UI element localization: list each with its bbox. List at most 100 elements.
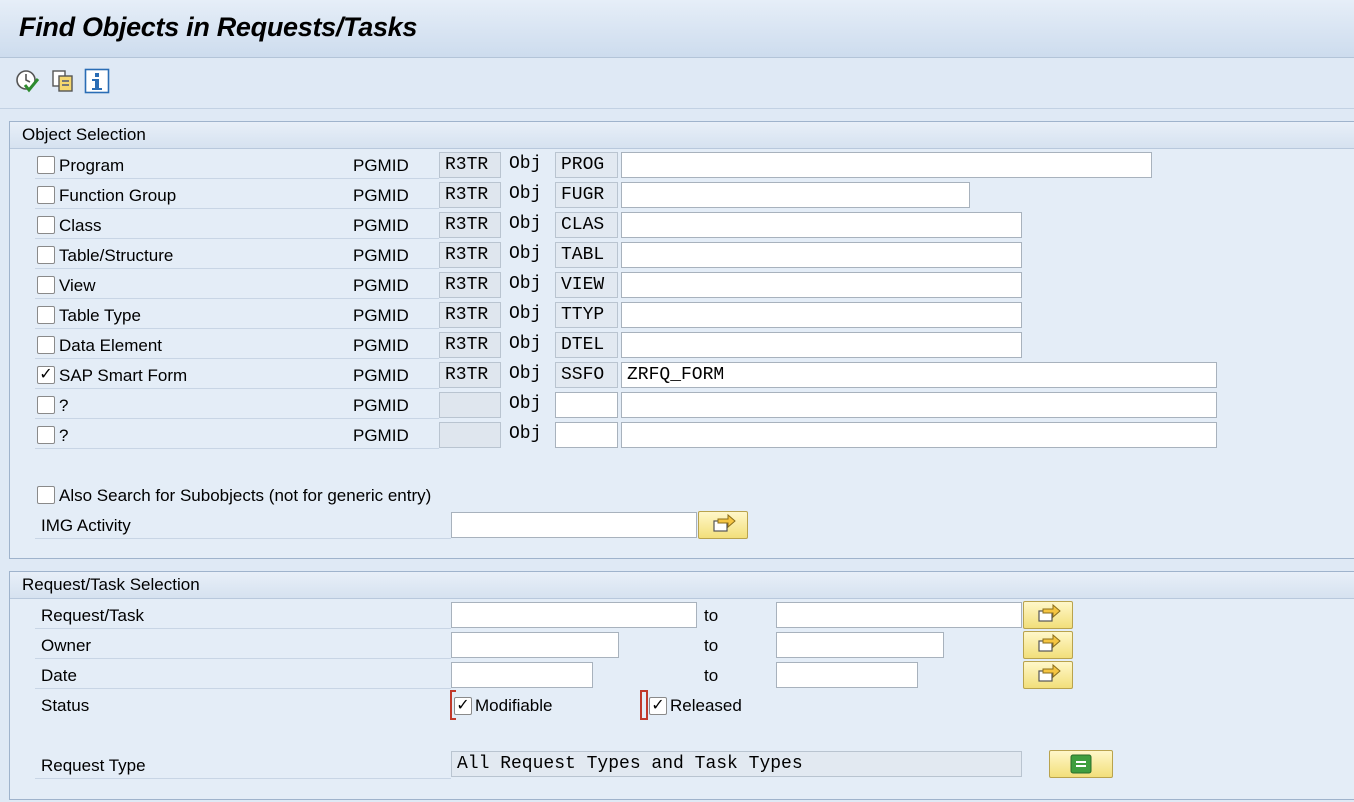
- pgmid-field: R3TR: [439, 332, 501, 358]
- focus-bracket-right: [642, 690, 648, 720]
- object-name-input[interactable]: [621, 212, 1022, 238]
- request-task-selection-header: Request/Task Selection: [10, 572, 1354, 599]
- row-divider: [35, 238, 347, 239]
- date-label: Date: [41, 666, 77, 685]
- object-type-label: ?: [59, 396, 69, 415]
- pgmid-label: PGMID: [353, 186, 409, 205]
- row-divider: [35, 538, 451, 539]
- request-task-to-input[interactable]: [776, 602, 1022, 628]
- object-type-field[interactable]: [555, 392, 618, 418]
- owner-label: Owner: [41, 636, 92, 655]
- row-divider: [35, 778, 451, 779]
- date-from-input[interactable]: [451, 662, 593, 688]
- object-type-checkbox[interactable]: [37, 276, 55, 294]
- object-type-label: Class: [59, 216, 102, 235]
- multiple-selection-icon: [1038, 603, 1061, 622]
- object-type-field[interactable]: [555, 422, 618, 448]
- object-name-input[interactable]: [621, 152, 1152, 178]
- row-divider: [35, 268, 347, 269]
- date-to-label: to: [704, 666, 719, 685]
- row-divider: [35, 388, 347, 389]
- object-type-label: Program: [59, 156, 125, 175]
- pgmid-field: R3TR: [439, 272, 501, 298]
- object-type-label: View: [59, 276, 96, 295]
- object-name-input[interactable]: [621, 332, 1022, 358]
- request-task-label: Request/Task: [41, 606, 144, 625]
- object-type-checkbox[interactable]: [37, 216, 55, 234]
- object-type-label: SAP Smart Form: [59, 366, 188, 385]
- request-type-label: Request Type: [41, 756, 146, 775]
- subobjects-checkbox[interactable]: [37, 486, 55, 504]
- multiple-selection-icon: [1038, 633, 1061, 652]
- pgmid-field: [439, 422, 501, 448]
- object-type-label: Table Type: [59, 306, 141, 325]
- execute-icon[interactable]: [14, 68, 40, 94]
- object-type-field: CLAS: [555, 212, 618, 238]
- owner-multiple-selection-button[interactable]: [1023, 631, 1073, 659]
- modifiable-checkbox[interactable]: ✓: [454, 697, 472, 715]
- object-type-checkbox[interactable]: [37, 246, 55, 264]
- released-checkbox[interactable]: ✓: [649, 697, 667, 715]
- date-to-input[interactable]: [776, 662, 918, 688]
- object-name-input[interactable]: [621, 422, 1217, 448]
- row-divider: [35, 358, 347, 359]
- pgmid-field: [439, 392, 501, 418]
- row-divider: [35, 628, 451, 629]
- object-type-checkbox[interactable]: ✓: [37, 366, 55, 384]
- subobjects-label: Also Search for Subobjects (not for gene…: [59, 486, 432, 505]
- request-task-from-input[interactable]: [451, 602, 697, 628]
- object-type-checkbox[interactable]: [37, 306, 55, 324]
- modifiable-label: Modifiable: [475, 696, 553, 715]
- owner-to-label: to: [704, 636, 719, 655]
- equals-icon: [1070, 754, 1092, 774]
- pgmid-label: PGMID: [353, 156, 409, 175]
- pgmid-label: PGMID: [353, 306, 409, 325]
- pgmid-field: R3TR: [439, 182, 501, 208]
- row-divider: [35, 658, 451, 659]
- object-type-checkbox[interactable]: [37, 426, 55, 444]
- obj-label: Obj: [509, 424, 542, 444]
- object-name-input[interactable]: [621, 182, 970, 208]
- object-type-field: PROG: [555, 152, 618, 178]
- object-type-checkbox[interactable]: [37, 396, 55, 414]
- img-activity-input[interactable]: [451, 512, 697, 538]
- obj-label: Obj: [509, 274, 542, 294]
- row-divider: [35, 448, 347, 449]
- pgmid-label: PGMID: [353, 426, 409, 445]
- object-name-input[interactable]: [621, 302, 1022, 328]
- object-type-field: TTYP: [555, 302, 618, 328]
- img-activity-label: IMG Activity: [41, 516, 131, 535]
- object-name-input[interactable]: ZRFQ_FORM: [621, 362, 1217, 388]
- pgmid-label: PGMID: [353, 396, 409, 415]
- object-type-field: FUGR: [555, 182, 618, 208]
- owner-to-input[interactable]: [776, 632, 944, 658]
- object-type-checkbox[interactable]: [37, 336, 55, 354]
- request-task-multiple-selection-button[interactable]: [1023, 601, 1073, 629]
- row-divider: [35, 298, 347, 299]
- object-type-field: DTEL: [555, 332, 618, 358]
- copy-variant-icon[interactable]: [50, 68, 76, 94]
- info-icon[interactable]: [84, 68, 110, 94]
- multiple-selection-icon: [713, 513, 736, 532]
- object-type-label: Function Group: [59, 186, 177, 205]
- object-type-field: TABL: [555, 242, 618, 268]
- released-label: Released: [670, 696, 742, 715]
- row-divider: [35, 418, 347, 419]
- object-type-label: Table/Structure: [59, 246, 174, 265]
- obj-label: Obj: [509, 214, 542, 234]
- object-name-input[interactable]: [621, 242, 1022, 268]
- object-type-label: ?: [59, 426, 69, 445]
- obj-label: Obj: [509, 394, 542, 414]
- object-type-checkbox[interactable]: [37, 186, 55, 204]
- obj-label: Obj: [509, 364, 542, 384]
- pgmid-label: PGMID: [353, 246, 409, 265]
- object-name-input[interactable]: [621, 392, 1217, 418]
- request-type-select-button[interactable]: [1049, 750, 1113, 778]
- date-multiple-selection-button[interactable]: [1023, 661, 1073, 689]
- img-activity-select-button[interactable]: [698, 511, 748, 539]
- pgmid-field: R3TR: [439, 212, 501, 238]
- owner-from-input[interactable]: [451, 632, 619, 658]
- object-name-input[interactable]: [621, 272, 1022, 298]
- page-title: Find Objects in Requests/Tasks: [19, 12, 418, 42]
- object-type-checkbox[interactable]: [37, 156, 55, 174]
